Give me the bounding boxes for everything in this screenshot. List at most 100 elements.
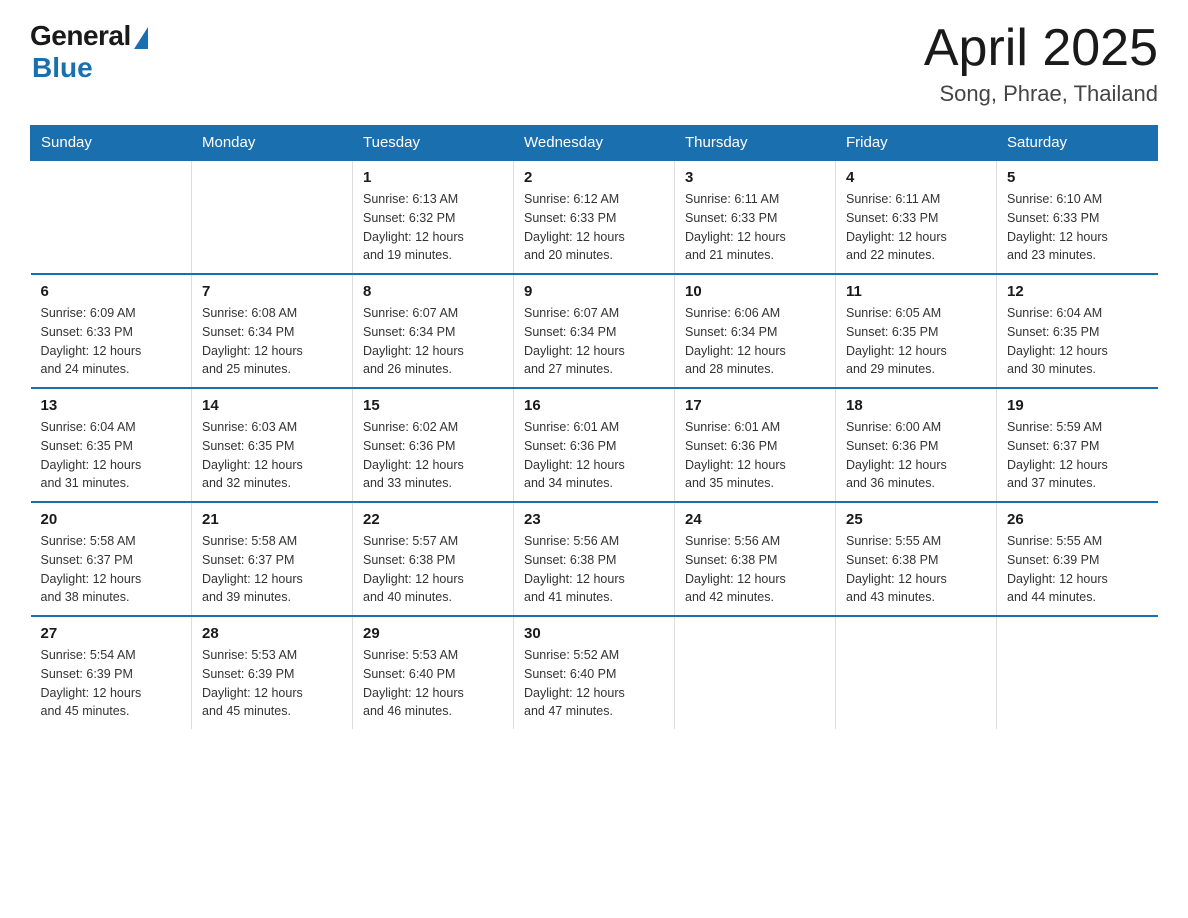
day-number: 28 xyxy=(202,625,342,642)
logo: General Blue xyxy=(30,20,148,84)
day-number: 7 xyxy=(202,283,342,300)
calendar-day-26: 26Sunrise: 5:55 AMSunset: 6:39 PMDayligh… xyxy=(997,502,1158,616)
day-info: Sunrise: 6:08 AMSunset: 6:34 PMDaylight:… xyxy=(202,304,342,379)
day-info: Sunrise: 6:06 AMSunset: 6:34 PMDaylight:… xyxy=(685,304,825,379)
day-info: Sunrise: 5:55 AMSunset: 6:39 PMDaylight:… xyxy=(1007,532,1148,607)
day-number: 4 xyxy=(846,169,986,186)
day-number: 12 xyxy=(1007,283,1148,300)
day-number: 25 xyxy=(846,511,986,528)
day-number: 1 xyxy=(363,169,503,186)
day-number: 18 xyxy=(846,397,986,414)
calendar-body: 1 Sunrise: 6:13 AMSunset: 6:32 PMDaylight… xyxy=(31,160,1158,729)
calendar-day-27: 27 Sunrise: 5:54 AMSunset: 6:39 PMDayligh… xyxy=(31,616,192,729)
header-day-wednesday: Wednesday xyxy=(514,126,675,161)
empty-cell xyxy=(675,616,836,729)
day-number: 29 xyxy=(363,625,503,642)
day-info: Sunrise: 5:54 AMSunset: 6:39 PMDaylight:… xyxy=(41,646,182,721)
calendar-day-23: 23 Sunrise: 5:56 AMSunset: 6:38 PMDayligh… xyxy=(514,502,675,616)
calendar-week-4: 20 Sunrise: 5:58 AMSunset: 6:37 PMDayligh… xyxy=(31,502,1158,616)
calendar-day-29: 29Sunrise: 5:53 AMSunset: 6:40 PMDayligh… xyxy=(353,616,514,729)
calendar-day-28: 28Sunrise: 5:53 AMSunset: 6:39 PMDayligh… xyxy=(192,616,353,729)
day-number: 13 xyxy=(41,397,182,414)
day-info: Sunrise: 6:10 AMSunset: 6:33 PMDaylight:… xyxy=(1007,190,1148,265)
day-number: 2 xyxy=(524,169,664,186)
day-number: 5 xyxy=(1007,169,1148,186)
day-info: Sunrise: 6:09 AMSunset: 6:33 PMDaylight:… xyxy=(41,304,182,379)
calendar-day-3: 3Sunrise: 6:11 AMSunset: 6:33 PMDaylight… xyxy=(675,160,836,274)
month-title: April 2025 xyxy=(924,20,1158,77)
calendar-day-8: 8Sunrise: 6:07 AMSunset: 6:34 PMDaylight… xyxy=(353,274,514,388)
day-number: 17 xyxy=(685,397,825,414)
header-day-saturday: Saturday xyxy=(997,126,1158,161)
day-info: Sunrise: 6:02 AMSunset: 6:36 PMDaylight:… xyxy=(363,418,503,493)
day-info: Sunrise: 5:57 AMSunset: 6:38 PMDaylight:… xyxy=(363,532,503,607)
day-info: Sunrise: 6:00 AMSunset: 6:36 PMDaylight:… xyxy=(846,418,986,493)
day-number: 15 xyxy=(363,397,503,414)
day-info: Sunrise: 5:58 AMSunset: 6:37 PMDaylight:… xyxy=(41,532,182,607)
day-number: 23 xyxy=(524,511,664,528)
calendar-day-14: 14Sunrise: 6:03 AMSunset: 6:35 PMDayligh… xyxy=(192,388,353,502)
calendar-day-25: 25Sunrise: 5:55 AMSunset: 6:38 PMDayligh… xyxy=(836,502,997,616)
calendar-day-9: 9 Sunrise: 6:07 AMSunset: 6:34 PMDaylight… xyxy=(514,274,675,388)
day-number: 6 xyxy=(41,283,182,300)
day-number: 9 xyxy=(524,283,664,300)
day-info: Sunrise: 6:11 AMSunset: 6:33 PMDaylight:… xyxy=(846,190,986,265)
header-row: SundayMondayTuesdayWednesdayThursdayFrid… xyxy=(31,126,1158,161)
calendar-day-30: 30 Sunrise: 5:52 AMSunset: 6:40 PMDayligh… xyxy=(514,616,675,729)
location-text: Song, Phrae, Thailand xyxy=(924,81,1158,107)
day-number: 3 xyxy=(685,169,825,186)
day-number: 21 xyxy=(202,511,342,528)
day-number: 22 xyxy=(363,511,503,528)
calendar-day-4: 4 Sunrise: 6:11 AMSunset: 6:33 PMDaylight… xyxy=(836,160,997,274)
calendar-day-15: 15 Sunrise: 6:02 AMSunset: 6:36 PMDayligh… xyxy=(353,388,514,502)
header-day-sunday: Sunday xyxy=(31,126,192,161)
empty-cell xyxy=(192,160,353,274)
calendar-day-16: 16 Sunrise: 6:01 AMSunset: 6:36 PMDayligh… xyxy=(514,388,675,502)
day-number: 19 xyxy=(1007,397,1148,414)
calendar-day-22: 22 Sunrise: 5:57 AMSunset: 6:38 PMDayligh… xyxy=(353,502,514,616)
day-info: Sunrise: 5:58 AMSunset: 6:37 PMDaylight:… xyxy=(202,532,342,607)
day-info: Sunrise: 6:01 AMSunset: 6:36 PMDaylight:… xyxy=(524,418,664,493)
calendar-day-24: 24Sunrise: 5:56 AMSunset: 6:38 PMDayligh… xyxy=(675,502,836,616)
empty-cell xyxy=(997,616,1158,729)
calendar-week-2: 6 Sunrise: 6:09 AMSunset: 6:33 PMDaylight… xyxy=(31,274,1158,388)
day-number: 27 xyxy=(41,625,182,642)
page-header: General Blue April 2025 Song, Phrae, Tha… xyxy=(30,20,1158,107)
day-info: Sunrise: 6:04 AMSunset: 6:35 PMDaylight:… xyxy=(41,418,182,493)
header-day-thursday: Thursday xyxy=(675,126,836,161)
header-day-monday: Monday xyxy=(192,126,353,161)
calendar-week-3: 13 Sunrise: 6:04 AMSunset: 6:35 PMDayligh… xyxy=(31,388,1158,502)
calendar-day-19: 19Sunrise: 5:59 AMSunset: 6:37 PMDayligh… xyxy=(997,388,1158,502)
calendar-day-18: 18 Sunrise: 6:00 AMSunset: 6:36 PMDayligh… xyxy=(836,388,997,502)
title-area: April 2025 Song, Phrae, Thailand xyxy=(924,20,1158,107)
calendar-day-17: 17 Sunrise: 6:01 AMSunset: 6:36 PMDayligh… xyxy=(675,388,836,502)
day-number: 10 xyxy=(685,283,825,300)
day-info: Sunrise: 5:56 AMSunset: 6:38 PMDaylight:… xyxy=(524,532,664,607)
day-number: 20 xyxy=(41,511,182,528)
logo-general-text: General xyxy=(30,20,131,52)
calendar-day-2: 2 Sunrise: 6:12 AMSunset: 6:33 PMDaylight… xyxy=(514,160,675,274)
day-info: Sunrise: 6:13 AMSunset: 6:32 PMDaylight:… xyxy=(363,190,503,265)
header-day-tuesday: Tuesday xyxy=(353,126,514,161)
day-info: Sunrise: 6:12 AMSunset: 6:33 PMDaylight:… xyxy=(524,190,664,265)
calendar-table: SundayMondayTuesdayWednesdayThursdayFrid… xyxy=(30,125,1158,729)
calendar-day-6: 6 Sunrise: 6:09 AMSunset: 6:33 PMDaylight… xyxy=(31,274,192,388)
calendar-day-7: 7 Sunrise: 6:08 AMSunset: 6:34 PMDaylight… xyxy=(192,274,353,388)
day-info: Sunrise: 5:52 AMSunset: 6:40 PMDaylight:… xyxy=(524,646,664,721)
calendar-day-10: 10 Sunrise: 6:06 AMSunset: 6:34 PMDayligh… xyxy=(675,274,836,388)
header-day-friday: Friday xyxy=(836,126,997,161)
calendar-day-13: 13 Sunrise: 6:04 AMSunset: 6:35 PMDayligh… xyxy=(31,388,192,502)
calendar-day-1: 1 Sunrise: 6:13 AMSunset: 6:32 PMDaylight… xyxy=(353,160,514,274)
day-info: Sunrise: 6:05 AMSunset: 6:35 PMDaylight:… xyxy=(846,304,986,379)
logo-triangle-icon xyxy=(134,27,148,49)
day-number: 11 xyxy=(846,283,986,300)
day-number: 30 xyxy=(524,625,664,642)
day-info: Sunrise: 6:04 AMSunset: 6:35 PMDaylight:… xyxy=(1007,304,1148,379)
day-number: 16 xyxy=(524,397,664,414)
calendar-week-5: 27 Sunrise: 5:54 AMSunset: 6:39 PMDayligh… xyxy=(31,616,1158,729)
day-info: Sunrise: 6:01 AMSunset: 6:36 PMDaylight:… xyxy=(685,418,825,493)
calendar-day-20: 20 Sunrise: 5:58 AMSunset: 6:37 PMDayligh… xyxy=(31,502,192,616)
empty-cell xyxy=(31,160,192,274)
day-info: Sunrise: 6:03 AMSunset: 6:35 PMDaylight:… xyxy=(202,418,342,493)
day-info: Sunrise: 6:07 AMSunset: 6:34 PMDaylight:… xyxy=(524,304,664,379)
